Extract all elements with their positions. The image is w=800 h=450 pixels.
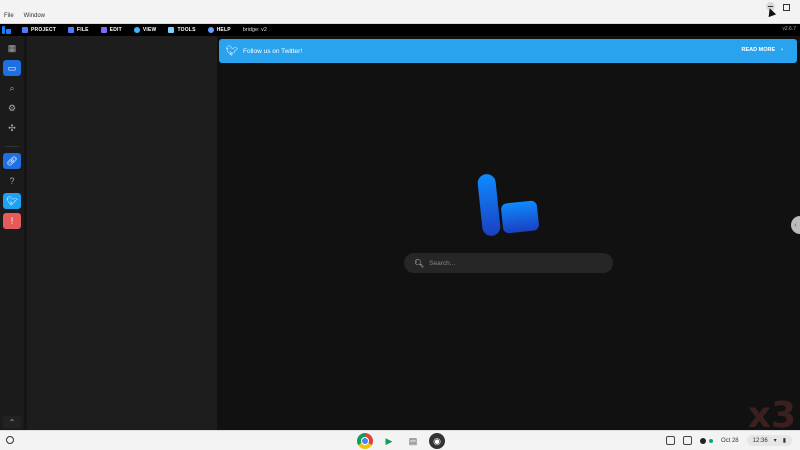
os-taskbar: ▶ ▤ ◉ Oct 28 12:36 ▾ ▮ (0, 430, 800, 450)
launcher-button[interactable] (6, 436, 14, 444)
banner-text: Follow us on Twitter! (243, 47, 303, 55)
menu-project-label: PROJECT (31, 27, 57, 33)
system-tray[interactable]: 12:36 ▾ ▮ (746, 435, 792, 446)
menu-project[interactable]: PROJECT (16, 27, 62, 33)
taskbar-apps: ▶ ▤ ◉ (357, 433, 445, 449)
play-store-icon[interactable]: ▶ (381, 433, 397, 449)
grid-icon: ▦ (7, 42, 17, 53)
file-search-icon: ⌕ (9, 82, 15, 93)
bridge-logo-icon (2, 26, 12, 34)
app-icon[interactable]: ◉ (429, 433, 445, 449)
menu-help-label: HELP (216, 27, 231, 33)
chevron-up-icon: ⌃ (8, 417, 16, 427)
search-input[interactable] (429, 259, 590, 267)
link-icon: 🔗︎ (6, 155, 18, 166)
status-dot-icon (708, 438, 713, 443)
twitter-icon: 🐦︎ (6, 195, 18, 206)
sidebar-divider (5, 146, 19, 147)
maximize-button[interactable] (781, 2, 790, 11)
question-icon: ? (9, 176, 15, 186)
wrench-icon (168, 27, 175, 33)
screen-capture-icon[interactable] (665, 436, 675, 445)
main-area: 🐦︎ Follow us on Twitter! READ MORE › 🔍︎ … (217, 36, 800, 430)
sidebar-alert-button[interactable]: ! (3, 213, 21, 229)
twitter-icon: 🐦︎ (225, 45, 239, 57)
app-menu-bar: PROJECT FILE EDIT VIEW TOOLS HELP bridge… (0, 24, 800, 36)
sidebar-extensions-button[interactable]: ✣ (3, 120, 21, 136)
phone-hub-icon[interactable] (682, 436, 692, 445)
chrome-icon[interactable] (357, 433, 373, 449)
puzzle-icon: ✣ (8, 122, 16, 133)
menu-view[interactable]: VIEW (128, 27, 163, 33)
os-menu-window[interactable]: Window (24, 13, 45, 19)
files-icon[interactable]: ▤ (405, 433, 421, 449)
read-more-button[interactable]: READ MORE › (742, 47, 783, 53)
sidebar-collapse-button[interactable]: ⌃ (3, 416, 21, 428)
time-label: 12:36 (752, 437, 768, 444)
bridge-logo-icon (476, 173, 542, 240)
sidebar-twitter-button[interactable]: 🐦︎ (3, 193, 21, 209)
breadcrumb: bridge: v2 (242, 27, 267, 33)
sidebar-settings-button[interactable]: ⚙ (3, 100, 21, 116)
explorer-panel (24, 36, 217, 430)
date-label[interactable]: Oct 28 (721, 438, 739, 444)
menu-file[interactable]: FILE (62, 27, 95, 33)
status-area: Oct 28 12:36 ▾ ▮ (665, 435, 792, 446)
sidebar-link-button[interactable]: 🔗︎ (3, 153, 21, 169)
os-menu-file[interactable]: File (4, 13, 14, 19)
menu-tools-label: TOOLS (177, 27, 196, 33)
file-icon (68, 27, 75, 33)
read-more-label: READ MORE (741, 47, 776, 53)
grid-icon (22, 27, 28, 33)
notification-status[interactable] (699, 437, 713, 444)
wifi-icon: ▾ (773, 438, 777, 444)
folder-icon: ▭ (7, 62, 17, 73)
chevron-left-icon: ‹ (794, 221, 797, 229)
search-icon: 🔍︎ (414, 258, 425, 268)
question-icon (207, 27, 214, 33)
os-menu: File Window (4, 13, 45, 19)
battery-icon: ▮ (782, 438, 786, 444)
sidebar-packs-button[interactable]: ▦ (3, 40, 21, 56)
search-bar[interactable]: 🔍︎ (404, 253, 613, 273)
eye-icon (133, 27, 140, 33)
notification-icon (699, 437, 706, 444)
os-title-bar: File Window (0, 0, 800, 24)
sidebar-file-search-button[interactable]: ⌕ (3, 80, 21, 96)
menu-edit[interactable]: EDIT (95, 27, 128, 33)
sidebar: ▦ ▭ ⌕ ⚙ ✣ 🔗︎ ? 🐦︎ ! ⌃ (0, 36, 24, 430)
twitter-banner[interactable]: 🐦︎ Follow us on Twitter! READ MORE › (219, 39, 797, 63)
version-label: v2.6.7 (782, 26, 796, 32)
sidebar-explorer-button[interactable]: ▭ (3, 60, 21, 76)
side-panel-toggle[interactable]: ‹ (791, 216, 800, 234)
menu-edit-label: EDIT (109, 27, 122, 33)
menu-tools[interactable]: TOOLS (162, 27, 201, 33)
alert-icon: ! (10, 216, 14, 226)
chevron-right-icon: › (781, 47, 783, 53)
menu-view-label: VIEW (142, 27, 157, 33)
menu-file-label: FILE (77, 27, 89, 33)
nodes-icon: ⚙ (7, 102, 17, 113)
menu-help[interactable]: HELP (202, 27, 237, 33)
sidebar-help-button[interactable]: ? (3, 173, 21, 189)
pencil-icon (100, 27, 107, 33)
